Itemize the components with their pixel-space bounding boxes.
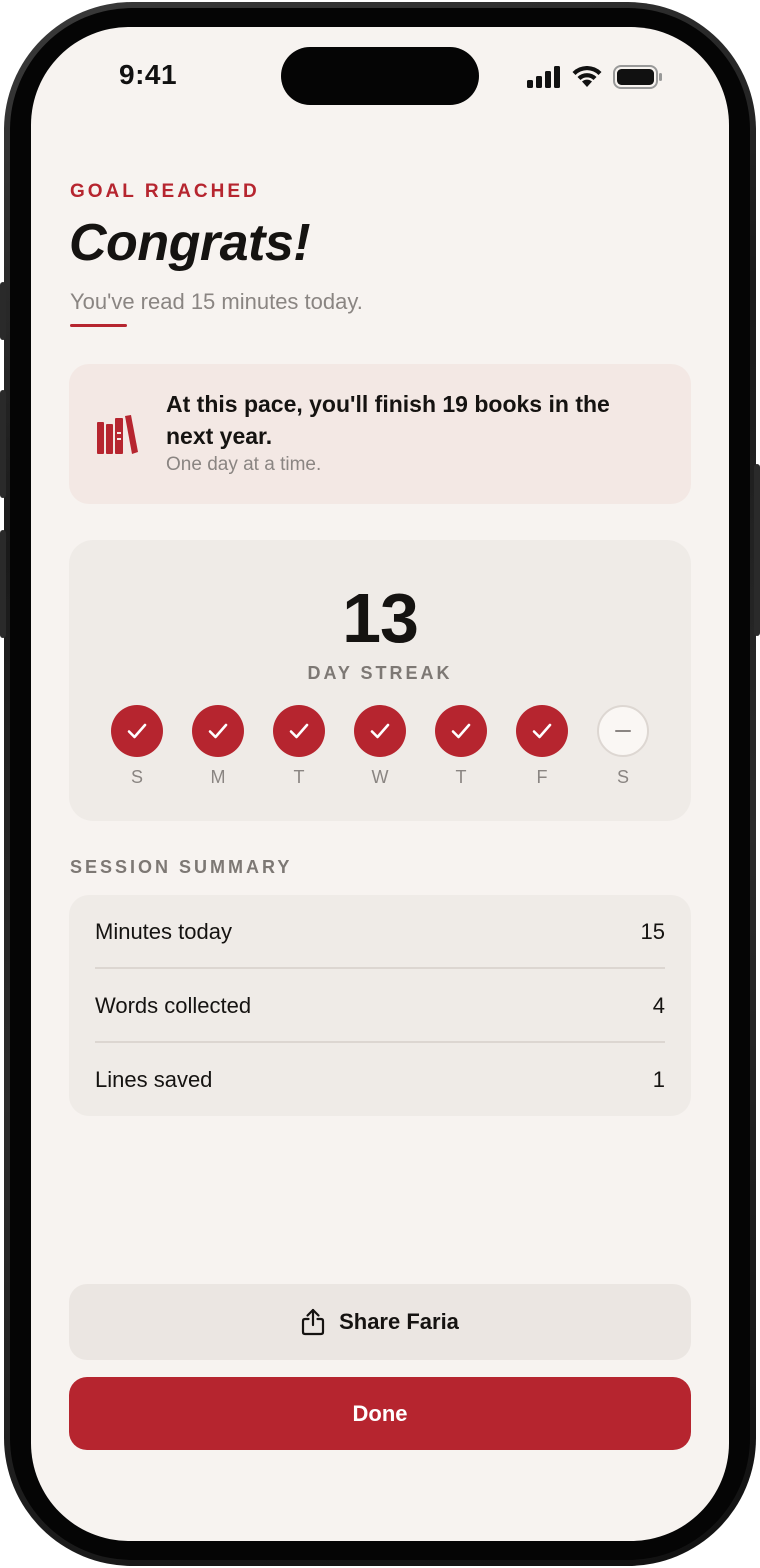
day-letter: S xyxy=(616,767,629,787)
cellular-signal-icon xyxy=(527,66,560,88)
done-button-label: Done xyxy=(352,1400,408,1426)
summary-value: 4 xyxy=(652,993,665,1018)
check-icon xyxy=(354,705,406,757)
projection-subtext: One day at a time. xyxy=(166,454,322,475)
day-friday: F xyxy=(515,705,569,788)
day-thursday: T xyxy=(434,705,488,788)
day-letter: T xyxy=(455,767,467,787)
share-button-label: Share Faria xyxy=(339,1309,459,1334)
session-summary-card: Minutes today 15 Words collected 4 Lines… xyxy=(69,895,691,1116)
streak-card: 13 DAY STREAK S M T W T F S xyxy=(69,540,691,821)
day-saturday: S xyxy=(596,705,650,788)
goal-reached-eyebrow: GOAL REACHED xyxy=(70,181,260,202)
check-icon xyxy=(273,705,325,757)
day-tuesday: T xyxy=(272,705,326,788)
streak-label: DAY STREAK xyxy=(307,663,453,683)
streak-days: S M T W T F S xyxy=(110,705,650,795)
summary-row-words: Words collected 4 xyxy=(95,969,665,1043)
day-letter: S xyxy=(130,767,143,787)
check-icon xyxy=(192,705,244,757)
day-wednesday: W xyxy=(353,705,407,788)
streak-count: 13 xyxy=(342,579,419,657)
day-letter: M xyxy=(210,767,226,787)
summary-row-lines: Lines saved 1 xyxy=(95,1043,665,1117)
day-letter: F xyxy=(536,767,548,787)
status-time: 9:41 xyxy=(119,59,178,90)
dynamic-island xyxy=(281,47,479,105)
summary-row-minutes: Minutes today 15 xyxy=(95,895,665,969)
share-icon xyxy=(301,1308,325,1336)
done-button[interactable]: Done xyxy=(69,1377,691,1450)
day-sunday: S xyxy=(110,705,164,788)
wifi-icon xyxy=(572,66,602,87)
day-letter: T xyxy=(293,767,305,787)
summary-value: 15 xyxy=(640,919,665,944)
screen: 9:41 GOAL REACHED Congrats! You've read … xyxy=(31,27,729,1541)
dash-icon xyxy=(597,705,649,757)
action-button xyxy=(0,282,6,340)
page-title: Congrats! xyxy=(69,214,311,272)
check-icon xyxy=(435,705,487,757)
day-letter: W xyxy=(371,767,389,787)
accent-underline xyxy=(70,324,127,327)
share-button[interactable]: Share Faria xyxy=(69,1284,691,1360)
status-icons xyxy=(527,65,663,89)
day-monday: M xyxy=(191,705,245,788)
check-icon xyxy=(111,705,163,757)
page-subtitle: You've read 15 minutes today. xyxy=(70,289,363,314)
power-button xyxy=(754,464,760,636)
volume-down-button xyxy=(0,530,6,638)
volume-up-button xyxy=(0,390,6,498)
summary-label: Minutes today xyxy=(95,919,232,944)
projection-text: At this pace, you'll finish 19 books in … xyxy=(166,391,610,449)
projection-card: At this pace, you'll finish 19 books in … xyxy=(69,364,691,504)
summary-value: 1 xyxy=(652,1067,665,1092)
battery-icon xyxy=(613,65,662,89)
summary-label: Lines saved xyxy=(95,1067,213,1092)
summary-label: Words collected xyxy=(95,993,252,1018)
session-summary-title: SESSION SUMMARY xyxy=(70,857,293,877)
check-icon xyxy=(516,705,568,757)
books-icon xyxy=(97,415,138,454)
